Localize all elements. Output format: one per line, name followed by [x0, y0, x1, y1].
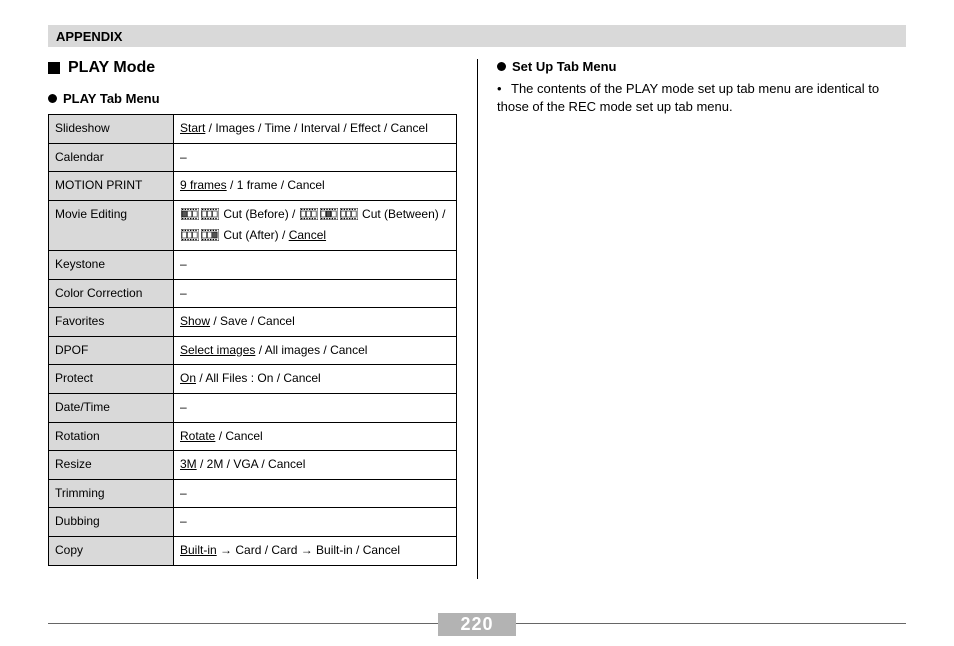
- table-row-value: 3M / 2M / VGA / Cancel: [174, 451, 457, 480]
- table-row-value: Start / Images / Time / Interval / Effec…: [174, 115, 457, 144]
- play-tab-title-text: PLAY Tab Menu: [63, 91, 160, 106]
- setup-tab-text: The contents of the PLAY mode set up tab…: [497, 81, 879, 114]
- table-row-value: Built-in → Card / Card → Built-in / Canc…: [174, 536, 457, 565]
- table-row-value: Show / Save / Cancel: [174, 308, 457, 337]
- table-row-label: Movie Editing: [49, 200, 174, 250]
- table-row-value: –: [174, 279, 457, 308]
- table-row: MOTION PRINT9 frames / 1 frame / Cancel: [49, 172, 457, 201]
- right-column: Set Up Tab Menu •The contents of the PLA…: [477, 59, 906, 599]
- play-tab-title: PLAY Tab Menu: [48, 91, 457, 106]
- dot-bullet-icon: [497, 62, 506, 71]
- table-row-label: Keystone: [49, 250, 174, 279]
- table-row: SlideshowStart / Images / Time / Interva…: [49, 115, 457, 144]
- dot-bullet-icon: [48, 94, 57, 103]
- table-row-value: –: [174, 393, 457, 422]
- section-title-text: PLAY Mode: [68, 59, 155, 77]
- table-row: DPOFSelect images / All images / Cancel: [49, 336, 457, 365]
- table-row-value: –: [174, 250, 457, 279]
- table-row-label: MOTION PRINT: [49, 172, 174, 201]
- table-row-label: Resize: [49, 451, 174, 480]
- table-row-label: Slideshow: [49, 115, 174, 144]
- table-row-value: Cut (Before) / Cut (Between) / Cut (Afte…: [174, 200, 457, 250]
- table-row: Keystone–: [49, 250, 457, 279]
- table-row-label: Trimming: [49, 479, 174, 508]
- left-column: PLAY Mode PLAY Tab Menu SlideshowStart /…: [48, 59, 477, 599]
- table-row: Calendar–: [49, 143, 457, 172]
- table-row-label: Copy: [49, 536, 174, 565]
- table-row: Date/Time–: [49, 393, 457, 422]
- setup-tab-body: •The contents of the PLAY mode set up ta…: [497, 80, 906, 116]
- table-row-label: Favorites: [49, 308, 174, 337]
- table-row: Dubbing–: [49, 508, 457, 537]
- table-row-value: 9 frames / 1 frame / Cancel: [174, 172, 457, 201]
- column-divider: [477, 59, 478, 579]
- table-row-label: Rotation: [49, 422, 174, 451]
- table-row-label: Protect: [49, 365, 174, 394]
- square-bullet-icon: [48, 62, 60, 74]
- table-row: Color Correction–: [49, 279, 457, 308]
- setup-tab-title: Set Up Tab Menu: [497, 59, 906, 74]
- header-bar: APPENDIX: [48, 25, 906, 47]
- table-row: Trimming–: [49, 479, 457, 508]
- table-row-label: DPOF: [49, 336, 174, 365]
- table-row-value: –: [174, 479, 457, 508]
- text-bullet: •: [497, 80, 511, 98]
- table-row: ProtectOn / All Files : On / Cancel: [49, 365, 457, 394]
- table-row-value: On / All Files : On / Cancel: [174, 365, 457, 394]
- table-row-label: Dubbing: [49, 508, 174, 537]
- setup-tab-title-text: Set Up Tab Menu: [512, 59, 616, 74]
- table-row-label: Color Correction: [49, 279, 174, 308]
- table-row-value: –: [174, 508, 457, 537]
- table-row: Movie Editing Cut (Before) / Cut (Betwee…: [49, 200, 457, 250]
- table-row-value: –: [174, 143, 457, 172]
- table-row: RotationRotate / Cancel: [49, 422, 457, 451]
- table-row-label: Date/Time: [49, 393, 174, 422]
- page-footer: 220: [48, 623, 906, 636]
- play-tab-menu-table: SlideshowStart / Images / Time / Interva…: [48, 114, 457, 566]
- section-title: PLAY Mode: [48, 59, 457, 77]
- table-row: CopyBuilt-in → Card / Card → Built-in / …: [49, 536, 457, 565]
- table-row-label: Calendar: [49, 143, 174, 172]
- page-number: 220: [438, 613, 515, 636]
- table-row: Resize3M / 2M / VGA / Cancel: [49, 451, 457, 480]
- table-row-value: Select images / All images / Cancel: [174, 336, 457, 365]
- table-row-value: Rotate / Cancel: [174, 422, 457, 451]
- table-row: FavoritesShow / Save / Cancel: [49, 308, 457, 337]
